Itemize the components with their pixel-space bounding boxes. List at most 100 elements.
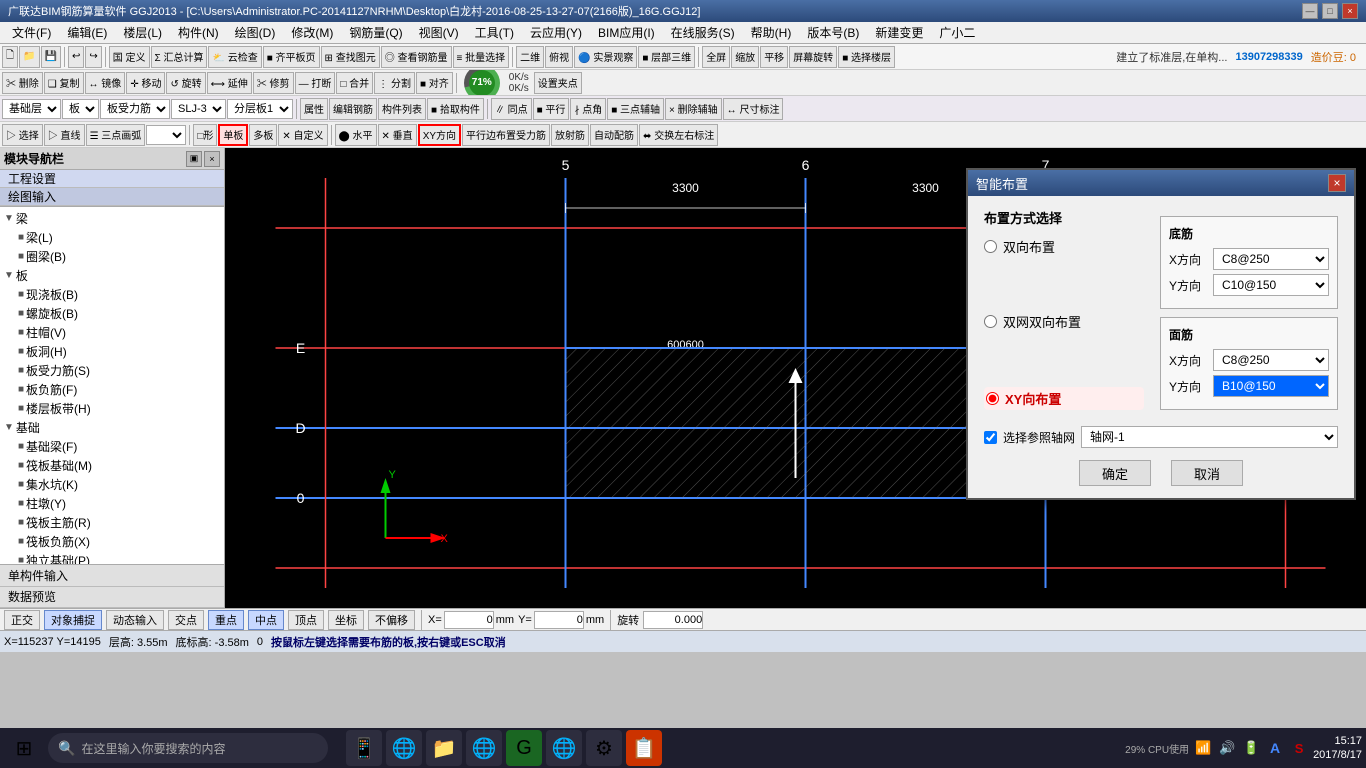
- radial-rebar-btn[interactable]: 放射筋: [551, 124, 589, 146]
- drawing-input-btn[interactable]: 绘图输入: [0, 188, 224, 206]
- same-point-btn[interactable]: ∥ 同点: [491, 98, 532, 120]
- tree-item[interactable]: ■现浇板(B): [2, 285, 222, 304]
- move-btn[interactable]: ✛ 移动: [126, 72, 165, 94]
- zoom-btn[interactable]: 缩放: [731, 46, 759, 68]
- arc-tool-btn[interactable]: ☰ 三点画弧: [86, 124, 146, 146]
- same-pos-btn[interactable]: ■ 平行: [533, 98, 570, 120]
- select-floor-btn[interactable]: ■ 选择楼层: [838, 46, 895, 68]
- parallel-rebar-btn[interactable]: 平行边布置受力筋: [462, 124, 550, 146]
- new-btn[interactable]: 🗋: [2, 46, 18, 68]
- split-btn[interactable]: ⋮ 分割: [374, 72, 415, 94]
- menu-item-d[interactable]: 绘图(D): [227, 22, 284, 43]
- tree-item[interactable]: ▼板: [2, 266, 222, 285]
- save-btn[interactable]: 💾: [41, 46, 61, 68]
- vertical-btn[interactable]: ✕ 垂直: [378, 124, 417, 146]
- dual-bidir-radio[interactable]: [984, 315, 997, 328]
- vertex-btn[interactable]: 顶点: [288, 610, 324, 630]
- panel-close-btn[interactable]: ×: [204, 151, 220, 167]
- mirror-btn[interactable]: ↔ 镜像: [85, 72, 126, 94]
- element-type-select[interactable]: 板: [62, 99, 99, 119]
- taskbar-app8[interactable]: 📋: [626, 730, 662, 766]
- batch-select-btn[interactable]: ≡ 批量选择: [453, 46, 510, 68]
- fullscreen-btn[interactable]: 全屏: [702, 46, 730, 68]
- dynamic-input-btn[interactable]: 动态输入: [106, 610, 164, 630]
- cloud-check-btn[interactable]: ⛅ 云检查: [208, 46, 261, 68]
- tree-item[interactable]: ■板受力筋(S): [2, 361, 222, 380]
- dim-btn[interactable]: ↔ 尺寸标注: [723, 98, 784, 120]
- taskbar-app4[interactable]: 🌐: [466, 730, 502, 766]
- no-offset-btn[interactable]: 不偏移: [368, 610, 415, 630]
- pan-btn[interactable]: 平移: [760, 46, 788, 68]
- align-btn[interactable]: ■ 对齐: [416, 72, 453, 94]
- opt-xy[interactable]: XY向布置: [984, 387, 1144, 410]
- arc-type-select[interactable]: [146, 125, 186, 145]
- bidir-radio[interactable]: [984, 240, 997, 253]
- three-point-btn[interactable]: ■ 三点辅轴: [607, 98, 664, 120]
- xy-radio[interactable]: [986, 392, 999, 405]
- opt-bidir[interactable]: 双向布置: [984, 237, 1144, 256]
- coord-btn[interactable]: 坐标: [328, 610, 364, 630]
- bottom-x-select[interactable]: C8@250: [1213, 248, 1329, 270]
- menu-item-q[interactable]: 钢筋量(Q): [341, 22, 410, 43]
- drawing-area[interactable]: 5 6 7 3300 3300 3300 E D 0 600600: [225, 148, 1366, 608]
- tree-item[interactable]: ■基础梁(F): [2, 437, 222, 456]
- single-board-btn[interactable]: 单板: [218, 124, 248, 146]
- volume-icon[interactable]: 🔊: [1217, 738, 1237, 758]
- start-button[interactable]: ⊞: [4, 729, 44, 767]
- menu-item-e[interactable]: 编辑(E): [59, 22, 115, 43]
- antivirus-icon[interactable]: S: [1289, 738, 1309, 758]
- tree-item[interactable]: ■集水坑(K): [2, 475, 222, 494]
- taskbar-app5[interactable]: G: [506, 730, 542, 766]
- tree-item[interactable]: ■板负筋(F): [2, 380, 222, 399]
- tree-item[interactable]: ▼梁: [2, 209, 222, 228]
- calc-btn[interactable]: Σ 汇总计算: [151, 46, 208, 68]
- trim-btn[interactable]: ✂ 修剪: [253, 72, 294, 94]
- pickup-btn[interactable]: ■ 拾取构件: [427, 98, 484, 120]
- edit-rebar-btn[interactable]: 编辑钢筋: [329, 98, 377, 120]
- flatten-btn[interactable]: ■ 齐平板页: [263, 46, 320, 68]
- network-icon[interactable]: 📶: [1193, 738, 1213, 758]
- maximize-btn[interactable]: □: [1322, 3, 1338, 19]
- data-preview-btn[interactable]: 数据预览: [0, 587, 224, 609]
- rebar-type-select[interactable]: 板受力筋: [100, 99, 170, 119]
- tree-item[interactable]: ■柱帽(V): [2, 323, 222, 342]
- undo-btn[interactable]: ↩: [68, 46, 84, 68]
- menu-item-n[interactable]: 构件(N): [170, 22, 227, 43]
- top-view-btn[interactable]: 俯视: [545, 46, 573, 68]
- swap-lr-btn[interactable]: ⬌ 交换左右标注: [639, 124, 718, 146]
- define-btn[interactable]: 国 定义: [109, 46, 150, 68]
- menu-item-l[interactable]: 楼层(L): [115, 22, 170, 43]
- menu-item-y[interactable]: 云应用(Y): [522, 22, 590, 43]
- taskbar-app1[interactable]: 📱: [346, 730, 382, 766]
- auto-rebar-btn[interactable]: 自动配筋: [590, 124, 638, 146]
- tree-item[interactable]: ■独立基础(P): [2, 551, 222, 564]
- point-angle-btn[interactable]: ∤ 点角: [570, 98, 606, 120]
- intersection-btn[interactable]: 交点: [168, 610, 204, 630]
- multi-board-btn[interactable]: 多板: [249, 124, 277, 146]
- panel-float-btn[interactable]: ▣: [186, 151, 202, 167]
- view-rebar-btn[interactable]: ◎ 查看钢筋量: [381, 46, 452, 68]
- battery-icon[interactable]: 🔋: [1241, 738, 1261, 758]
- tree-item[interactable]: ■筏板负筋(X): [2, 532, 222, 551]
- property-btn[interactable]: 属性: [300, 98, 328, 120]
- menu-item-v[interactable]: 视图(V): [411, 22, 467, 43]
- menu-item-t[interactable]: 工具(T): [467, 22, 522, 43]
- axis-select[interactable]: 轴网-1: [1081, 426, 1338, 448]
- rotate-screen-btn[interactable]: 屏幕旋转: [789, 46, 837, 68]
- y-input[interactable]: [534, 611, 584, 629]
- del-aux-btn[interactable]: × 删除辅轴: [665, 98, 722, 120]
- top-y-select[interactable]: B10@150: [1213, 375, 1329, 397]
- select-tool-btn[interactable]: ▷ 选择: [2, 124, 43, 146]
- element-list-btn[interactable]: 构件列表: [378, 98, 426, 120]
- tree-item[interactable]: ■梁(L): [2, 228, 222, 247]
- floor-select[interactable]: 基础层 首层 2层: [2, 99, 61, 119]
- rotate-input[interactable]: [643, 611, 703, 629]
- find-element-btn[interactable]: ⊞ 查找图元: [321, 46, 380, 68]
- layer-select[interactable]: 分层板1: [227, 99, 293, 119]
- xy-dir-btn[interactable]: XY方向: [418, 124, 461, 146]
- x-input[interactable]: [444, 611, 494, 629]
- ime-icon[interactable]: A: [1265, 738, 1285, 758]
- element-name-select[interactable]: SLJ-3: [171, 99, 226, 119]
- tree-item[interactable]: ■螺旋板(B): [2, 304, 222, 323]
- taskbar-app2[interactable]: 🌐: [386, 730, 422, 766]
